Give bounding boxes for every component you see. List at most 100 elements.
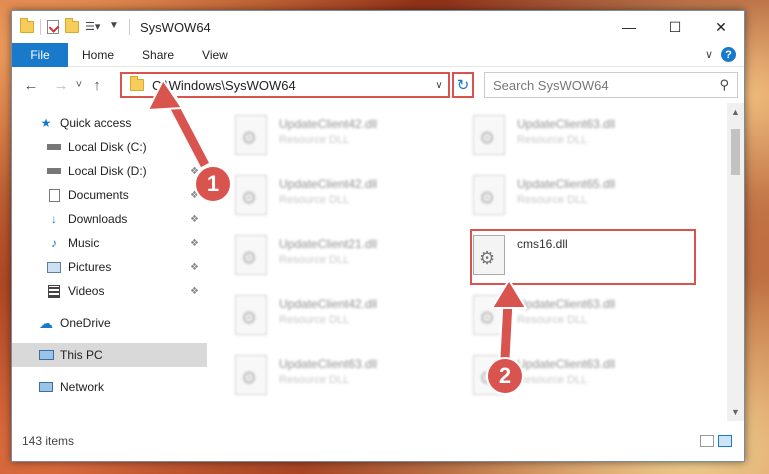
dll-file-icon: ⚙ — [235, 355, 267, 395]
file-name: UpdateClient21.dll — [279, 237, 378, 251]
sidebar-item-local-disk-c[interactable]: Local Disk (C:) ❖ — [12, 135, 207, 159]
help-icon[interactable]: ? — [721, 47, 736, 62]
computer-icon — [38, 348, 54, 362]
file-description: Resource DLL — [279, 134, 350, 146]
sidebar-item-quick-access[interactable]: ★ Quick access — [12, 111, 207, 135]
chevron-down-icon[interactable]: ∨ — [430, 80, 448, 91]
file-description: Resource DLL — [517, 314, 588, 326]
list-item[interactable]: ⚙ UpdateClient63.dll Resource DLL — [473, 291, 693, 341]
sidebar-item-label: Network — [60, 380, 105, 394]
sidebar-item-label: This PC — [60, 348, 103, 362]
file-name: UpdateClient63.dll — [517, 357, 616, 371]
navigation-bar: ← → ˅ ↑ C:\Windows\SysWOW64 ∨ ↻ Search S… — [12, 67, 744, 103]
documents-icon — [46, 188, 62, 202]
list-item[interactable]: ⚙ UpdateClient42.dll Resource DLL — [235, 171, 455, 221]
dll-file-icon: ⚙ — [235, 235, 267, 275]
file-description: Resource DLL — [517, 134, 588, 146]
dll-file-icon: ⚙ — [473, 295, 505, 335]
search-input[interactable]: Search SysWOW64 ⚲ — [484, 72, 738, 98]
sidebar-item-pictures[interactable]: Pictures ❖ — [12, 255, 207, 279]
pin-icon[interactable]: ❖ — [190, 142, 199, 153]
address-bar[interactable]: C:\Windows\SysWOW64 ∨ — [120, 72, 450, 98]
vertical-scrollbar[interactable]: ▲ ▼ — [727, 103, 744, 421]
list-item[interactable]: ⚙ UpdateClient63.dll Resource DLL — [473, 111, 693, 161]
view-buttons — [700, 435, 732, 447]
title-bar: ☰▾ ▼ SysWOW64 — ☐ ✕ — [12, 11, 744, 43]
file-description: Resource DLL — [279, 194, 350, 206]
new-folder-icon[interactable] — [65, 18, 79, 33]
step-1-marker: 1 — [194, 165, 232, 203]
details-view-icon[interactable] — [700, 435, 714, 447]
quick-access-toolbar: ☰▾ ▼ — [12, 18, 130, 35]
back-button[interactable]: ← — [20, 77, 42, 94]
forward-button[interactable]: → — [50, 77, 72, 94]
file-description: Resource DLL — [279, 254, 350, 266]
dll-file-icon: ⚙ — [473, 115, 505, 155]
sidebar-item-label: Downloads — [68, 212, 128, 226]
dll-file-icon: ⚙ — [235, 175, 267, 215]
network-icon — [38, 380, 54, 394]
scroll-thumb[interactable] — [731, 129, 740, 175]
scroll-up-icon[interactable]: ▲ — [731, 107, 740, 117]
sidebar-item-label: Videos — [68, 284, 105, 298]
search-placeholder: Search SysWOW64 — [493, 77, 609, 93]
sidebar-item-this-pc[interactable]: This PC — [12, 343, 207, 367]
pin-icon[interactable]: ❖ — [190, 238, 199, 249]
pin-icon[interactable]: ❖ — [190, 262, 199, 273]
sidebar-item-network[interactable]: Network — [12, 375, 207, 399]
close-button[interactable]: ✕ — [698, 11, 744, 43]
videos-icon — [46, 284, 62, 298]
list-item[interactable]: ⚙ UpdateClient65.dll Resource DLL — [473, 171, 693, 221]
drive-icon — [46, 164, 62, 178]
toolbar-dropdown-icon[interactable]: ▼ — [109, 20, 123, 34]
sidebar-item-local-disk-d[interactable]: Local Disk (D:) ❖ — [12, 159, 207, 183]
refresh-button[interactable]: ↻ — [452, 72, 474, 98]
pin-icon[interactable]: ❖ — [190, 214, 199, 225]
tab-view[interactable]: View — [188, 48, 242, 62]
sidebar-item-onedrive[interactable]: ☁ OneDrive — [12, 311, 207, 335]
list-item[interactable]: ⚙ UpdateClient21.dll Resource DLL — [235, 231, 455, 281]
tiles-view-icon[interactable] — [718, 435, 732, 447]
properties-icon[interactable] — [47, 20, 59, 34]
file-name: UpdateClient42.dll — [279, 297, 378, 311]
dll-file-icon: ⚙ — [473, 175, 505, 215]
recent-locations-button[interactable]: ˅ — [72, 79, 86, 91]
pin-icon[interactable]: ❖ — [190, 286, 199, 297]
address-text[interactable]: C:\Windows\SysWOW64 — [152, 78, 430, 93]
tab-home[interactable]: Home — [68, 48, 128, 62]
list-item[interactable]: ⚙ UpdateClient42.dll Resource DLL — [235, 111, 455, 161]
status-bar: 143 items — [12, 421, 744, 461]
file-name: UpdateClient63.dll — [279, 357, 378, 371]
list-item[interactable]: ⚙ UpdateClient42.dll Resource DLL — [235, 291, 455, 341]
drive-icon — [46, 140, 62, 154]
maximize-button[interactable]: ☐ — [652, 11, 698, 43]
music-icon: ♪ — [51, 236, 57, 250]
content-area: ★ Quick access Local Disk (C:) ❖ Local D… — [12, 103, 744, 421]
sidebar-item-label: Local Disk (C:) — [68, 140, 147, 154]
sidebar-item-videos[interactable]: Videos ❖ — [12, 279, 207, 303]
customize-icon[interactable]: ☰▾ — [85, 20, 100, 34]
folder-icon — [130, 76, 144, 91]
sidebar-item-label: OneDrive — [60, 316, 111, 330]
ribbon-tabs: File Home Share View ∨ ? — [12, 42, 744, 67]
tab-file[interactable]: File — [12, 42, 68, 67]
window-title: SysWOW64 — [140, 19, 211, 35]
sidebar-item-label: Quick access — [60, 116, 132, 130]
tab-share[interactable]: Share — [128, 48, 188, 62]
sidebar-item-documents[interactable]: Documents ❖ — [12, 183, 207, 207]
sidebar-item-downloads[interactable]: ↓ Downloads ❖ — [12, 207, 207, 231]
divider — [40, 19, 41, 35]
star-icon: ★ — [40, 116, 52, 130]
sidebar-item-music[interactable]: ♪ Music ❖ — [12, 231, 207, 255]
list-item[interactable]: ⚙ UpdateClient63.dll Resource DLL — [235, 351, 455, 401]
minimize-button[interactable]: — — [606, 11, 652, 43]
up-button[interactable]: ↑ — [86, 77, 108, 94]
file-list: ⚙ UpdateClient42.dll Resource DLL ⚙ Updat… — [207, 103, 744, 421]
sidebar-item-label: Pictures — [68, 260, 112, 274]
expand-ribbon-icon[interactable]: ∨ — [705, 48, 713, 61]
navigation-pane: ★ Quick access Local Disk (C:) ❖ Local D… — [12, 103, 207, 421]
dll-file-icon: ⚙ — [235, 295, 267, 335]
scroll-down-icon[interactable]: ▼ — [731, 407, 740, 417]
step-2-marker: 2 — [486, 357, 524, 395]
downloads-icon: ↓ — [51, 212, 57, 226]
